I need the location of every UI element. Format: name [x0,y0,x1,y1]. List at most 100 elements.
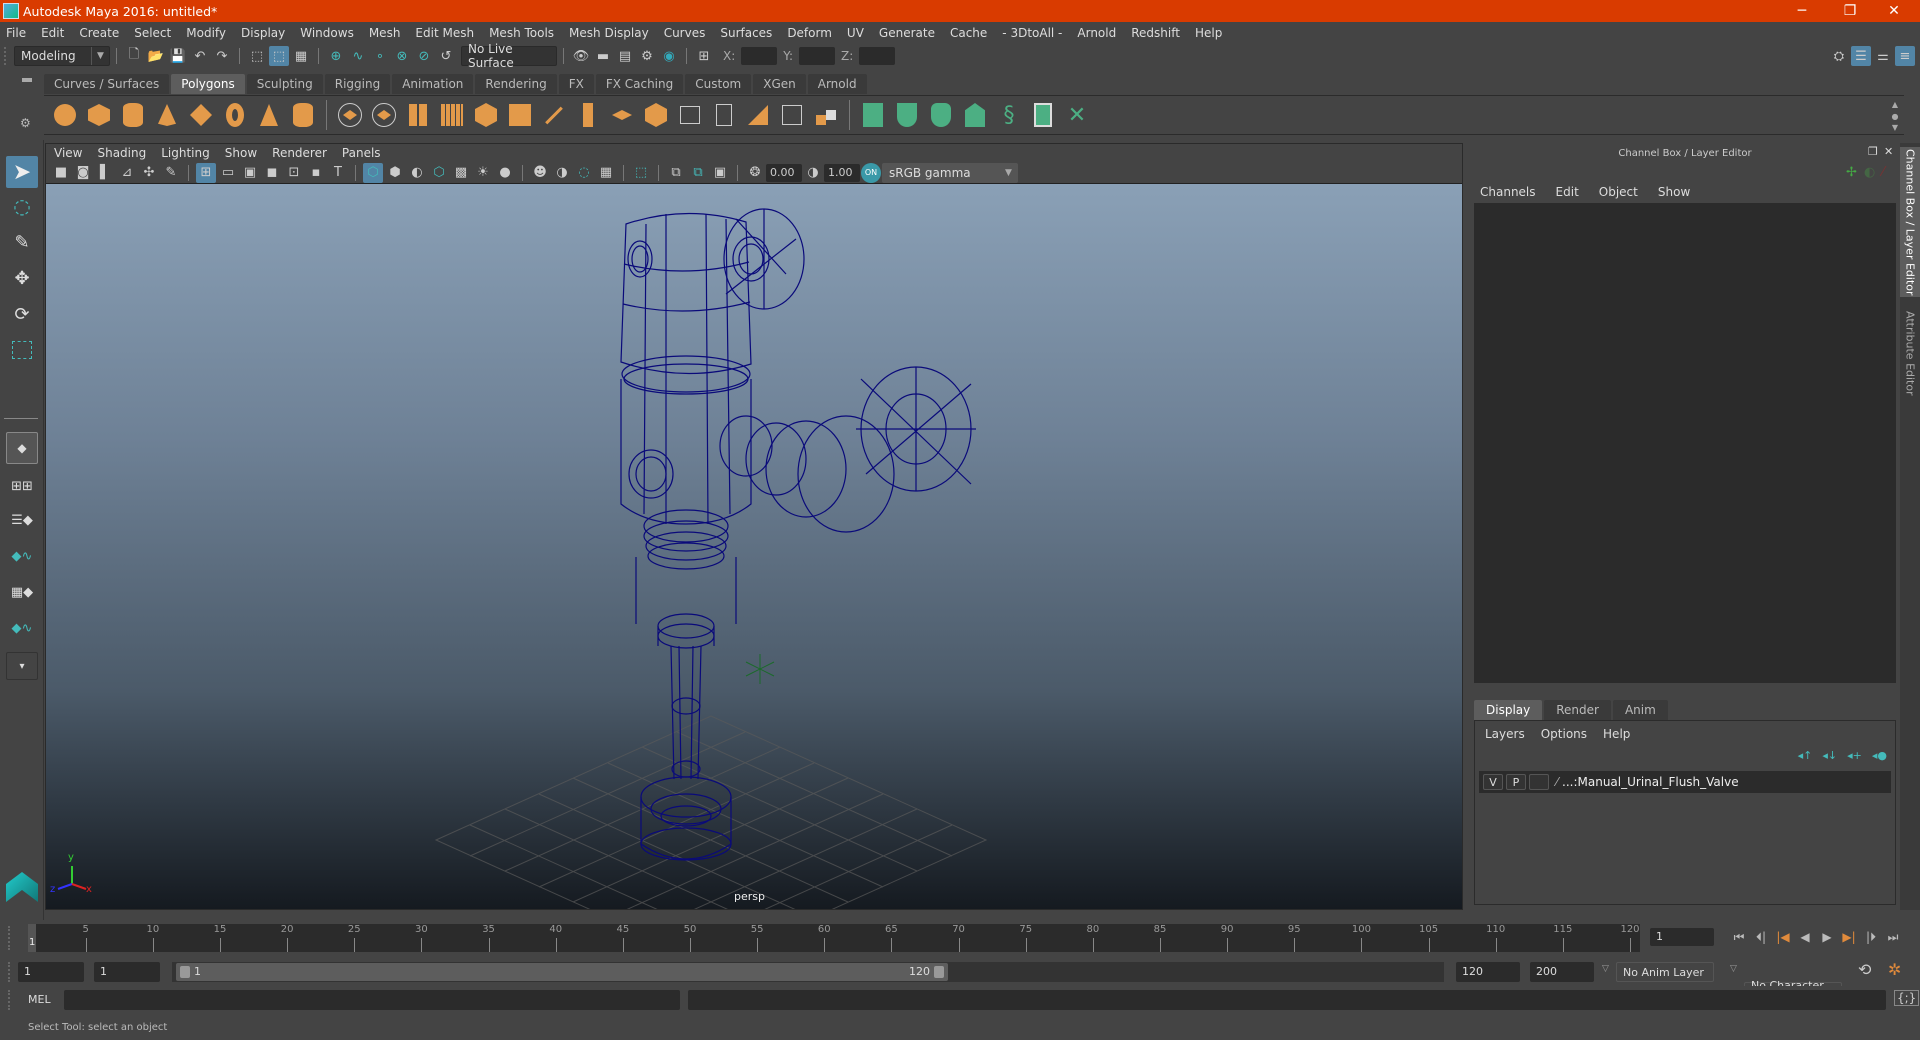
playback-start-input[interactable]: 1 [94,962,160,982]
isolate-select-icon[interactable]: ⬚ [631,163,651,183]
exposure-icon[interactable]: ❂ [745,163,765,183]
animation-preferences-icon[interactable]: ✲ [1888,960,1901,979]
anim-layer-chevron-icon[interactable]: ▽ [1602,964,1609,974]
y-input[interactable] [799,47,836,65]
bevel-face-icon[interactable] [812,101,840,129]
layer-playback-toggle[interactable]: P [1506,774,1526,790]
connect-icon[interactable] [710,101,738,129]
shelf-scroll[interactable]: ▲ ● ▼ [1890,100,1900,132]
persp-outliner-layout-icon[interactable]: ☰◆ [6,506,38,534]
side-tab-attribute-editor[interactable]: Attribute Editor [1900,303,1920,403]
poly-plane-icon[interactable] [187,101,215,129]
mirror-icon[interactable] [404,101,432,129]
poly-pyramid-icon[interactable] [255,101,283,129]
viewport-menu-panels[interactable]: Panels [342,146,381,160]
modeling-toolkit-icon[interactable]: ⛭ [1829,46,1849,66]
menu-arnold[interactable]: Arnold [1077,26,1116,40]
separate-icon[interactable] [370,101,398,129]
auto-key-icon[interactable]: ⟲ [1858,960,1871,979]
render-view-icon[interactable]: 👁 [571,46,591,66]
select-hierarchy-icon[interactable]: ⬚ [247,46,267,66]
step-back-frame-icon[interactable]: ⏴| [1750,926,1772,948]
resolution-gate-icon[interactable]: ▣ [240,163,260,183]
snap-live-icon[interactable]: ⊘ [414,46,434,66]
automatic-uv-icon[interactable] [893,101,921,129]
menu-3dtoall[interactable]: - 3DtoAll - [1002,26,1062,40]
average-icon[interactable] [472,101,500,129]
animation-start-input[interactable]: 1 [18,962,84,982]
menu-generate[interactable]: Generate [879,26,935,40]
layer-row[interactable]: V P ⁄ ...:Manual_Urinal_Flush_Valve [1479,771,1891,793]
camera-icon[interactable]: ■ [51,163,71,183]
ambient-occlusion-icon[interactable]: ☻ [530,163,550,183]
menu-mesh[interactable]: Mesh [369,26,401,40]
menu-deform[interactable]: Deform [787,26,832,40]
menu-help[interactable]: Help [1195,26,1222,40]
make-live-icon[interactable]: ↺ [436,46,456,66]
view-transform-dropdown[interactable]: sRGB gamma ▼ [882,162,1018,183]
cylindrical-uv-icon[interactable] [927,101,955,129]
move-layer-down-icon[interactable]: ◂↓ [1822,749,1837,762]
slash-toggle-icon[interactable]: ⁄ [1882,165,1884,180]
poly-cylinder-icon[interactable] [119,101,147,129]
range-start-grip[interactable] [180,966,190,978]
shelf-tab-arnold[interactable]: Arnold [807,74,867,94]
cb-menu-object[interactable]: Object [1599,185,1638,199]
snap-view-plane-icon[interactable]: ⊗ [392,46,412,66]
ipr-render-icon[interactable]: ▤ [615,46,635,66]
shelf-tab-custom[interactable]: Custom [685,74,752,94]
single-perspective-layout-icon[interactable]: ◆ [6,432,38,464]
scroll-thumb[interactable]: ● [1892,112,1899,121]
shelf-tab-xgen[interactable]: XGen [753,74,806,94]
layer-menu-options[interactable]: Options [1541,727,1587,741]
field-chart-icon[interactable]: ⊡ [284,163,304,183]
scale-tool-icon[interactable] [6,334,38,366]
live-surface-field[interactable]: No Live Surface [461,42,557,70]
menu-display[interactable]: Display [241,26,285,40]
menu-edit-mesh[interactable]: Edit Mesh [415,26,474,40]
grease-pencil-icon[interactable]: ✎ [161,163,181,183]
grip-handle[interactable] [8,926,12,950]
film-gate-icon[interactable]: ▭ [218,163,238,183]
poly-cube-icon[interactable] [85,101,113,129]
menu-surfaces[interactable]: Surfaces [720,26,772,40]
gamma-input[interactable]: 1.00 [824,163,860,182]
menu-modify[interactable]: Modify [186,26,226,40]
grid-icon[interactable]: ⊞ [196,162,216,183]
step-forward-key-icon[interactable]: ▶| [1838,926,1860,948]
range-handle[interactable]: 1 120 [176,963,948,981]
viewport-menu-lighting[interactable]: Lighting [161,146,210,160]
depth-of-field-icon[interactable]: ▦ [596,163,616,183]
gate-mask-icon[interactable]: ◼ [262,163,282,183]
safe-title-icon[interactable]: T [328,163,348,183]
safe-action-icon[interactable]: ▪ [306,163,326,183]
menu-cache[interactable]: Cache [950,26,987,40]
move-layer-up-icon[interactable]: ◂↑ [1798,749,1813,762]
unfold-uv-icon[interactable]: ✕ [1063,101,1091,129]
fill-hole-icon[interactable] [506,101,534,129]
display-toggle-icon[interactable]: ◐ [1864,165,1875,180]
image-plane-icon[interactable]: ⊿ [117,163,137,183]
menu-mesh-display[interactable]: Mesh Display [569,26,649,40]
cb-menu-channels[interactable]: Channels [1480,185,1536,199]
bookmark-icon[interactable]: ▌ [95,163,115,183]
layer-menu-help[interactable]: Help [1603,727,1630,741]
planar-uv-icon[interactable] [859,101,887,129]
anti-aliasing-icon[interactable]: ◌ [574,163,594,183]
offset-edge-loop-icon[interactable] [778,101,806,129]
layer-name[interactable]: ...:Manual_Urinal_Flush_Valve [1562,775,1739,789]
menu-set-dropdown[interactable]: Modeling ▼ [14,46,110,66]
animation-end-input[interactable]: 200 [1530,962,1594,982]
rotate-tool-icon[interactable]: ⟳ [6,298,38,330]
poly-pipe-icon[interactable] [289,101,317,129]
undo-icon[interactable]: ↶ [190,46,210,66]
snap-point-icon[interactable]: ∘ [370,46,390,66]
move-tool-icon[interactable]: ✥ [6,262,38,294]
range-end-grip[interactable] [934,966,944,978]
shelf-tab-fx[interactable]: FX [558,74,594,94]
command-input[interactable] [64,990,680,1010]
shelf-tab-polygons[interactable]: Polygons [171,74,245,94]
render-frame-icon[interactable]: ▬ [593,46,613,66]
side-tab-channel-box[interactable]: Channel Box / Layer Editor [1900,147,1920,297]
channel-box-area[interactable] [1474,203,1896,683]
